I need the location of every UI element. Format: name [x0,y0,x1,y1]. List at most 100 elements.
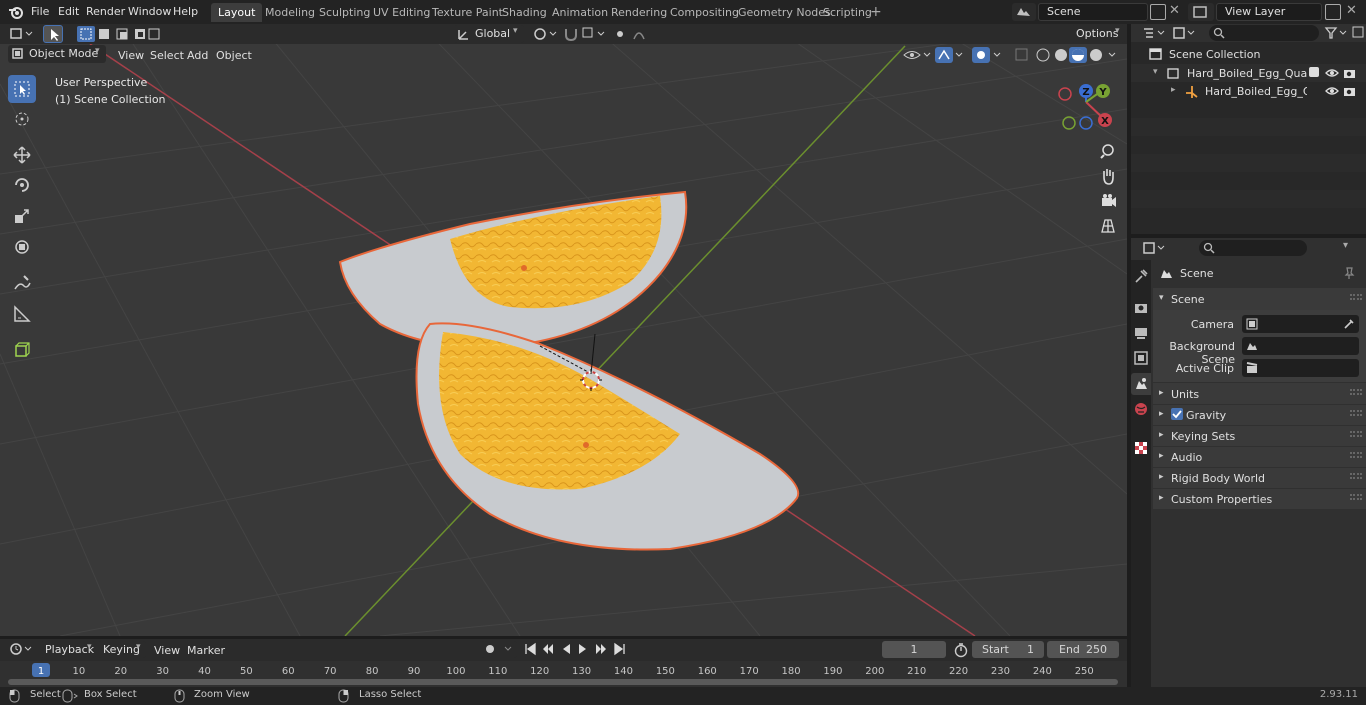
stopwatch-icon[interactable] [953,642,969,658]
expand-chevron-icon[interactable]: ▸ [1159,493,1164,503]
include-checkbox[interactable] [1309,67,1319,77]
drag-grip-icon[interactable] [1350,410,1362,416]
delete-scene-icon[interactable]: ✕ [1169,3,1180,18]
transform-orientation-dropdown[interactable]: Global ▾ [454,25,524,43]
render-camera-icon[interactable] [1343,67,1357,79]
drag-grip-icon[interactable] [1350,473,1362,479]
viewport-menu-object[interactable]: Object [216,49,252,62]
selection-mode-buttons[interactable] [77,26,161,42]
viewport-menu-select[interactable]: Select [150,49,184,62]
blender-logo-icon[interactable] [8,4,24,20]
texture-tab-icon[interactable] [1133,440,1149,456]
view-layer-field[interactable]: View Layer [1216,3,1322,21]
camera-field[interactable] [1242,315,1359,333]
menu-file[interactable]: File [31,5,49,18]
add-workspace-icon[interactable]: + [870,4,882,20]
navigation-gizmo[interactable]: Z Y X [1058,84,1112,130]
current-frame-field[interactable]: 1 [882,641,946,658]
drag-grip-icon[interactable] [1350,452,1362,458]
eyedropper-icon[interactable] [1343,318,1355,330]
expand-chevron-icon[interactable]: ▸ [1159,409,1164,419]
viewport-menu-add[interactable]: Add [187,49,208,62]
gravity-checkbox[interactable] [1171,408,1183,420]
tool-add-cube[interactable] [8,336,36,364]
drag-grip-icon[interactable] [1350,294,1362,300]
view-layer-selector-button[interactable] [1188,3,1214,21]
tool-rotate[interactable] [8,171,36,199]
expand-chevron-icon[interactable]: ▾ [1153,67,1158,77]
render-camera-icon[interactable] [1343,85,1357,97]
viewport-display-controls[interactable] [902,45,1128,65]
background-scene-field[interactable] [1242,337,1359,355]
start-frame-field[interactable]: Start 1 [972,641,1044,658]
world-tab-icon[interactable] [1133,401,1149,417]
tool-measure[interactable] [8,300,36,328]
frame-ruler[interactable]: 1 10 20 30 40 50 60 70 80 90 100 110 120 130 140 150 160… [0,662,1127,680]
timeline-view-menu[interactable]: View [154,644,180,657]
timeline-editor-type-button[interactable] [8,641,36,658]
menu-render[interactable]: Render [86,5,125,18]
drag-grip-icon[interactable] [1350,389,1362,395]
options-dropdown[interactable]: Options ▾ [1071,25,1125,43]
select-tool-button[interactable] [43,25,63,43]
proportional-editing-controls[interactable] [612,25,658,43]
filter-button[interactable] [1323,25,1349,41]
chevron-down-icon[interactable]: ▾ [1343,240,1348,251]
outliner-editor-type-button[interactable] [1141,25,1167,41]
keying-menu[interactable]: Keying ▾ [98,641,146,658]
outliner-row-egg-collection[interactable]: ▾ Hard_Boiled_Egg_Quarters_0( [1131,64,1366,82]
mode-dropdown[interactable]: Object Mode ▾ [8,45,106,63]
tab-layout[interactable]: Layout [211,3,263,22]
timeline-marker-menu[interactable]: Marker [187,644,225,657]
display-mode-button[interactable] [1171,25,1197,41]
scene-tab-icon[interactable] [1133,376,1149,392]
properties-search-input[interactable] [1199,240,1307,256]
eye-visibility-icon[interactable] [1325,67,1339,79]
eye-visibility-icon[interactable] [1325,85,1339,97]
3d-viewport[interactable]: Z Y X User Perspective (1) Scene Collect… [0,24,1127,636]
tool-move[interactable] [8,141,36,169]
perspective-toggle-button[interactable] [1097,215,1119,237]
playback-menu[interactable]: Playback ▾ [40,641,96,658]
pin-icon[interactable] [1342,266,1356,280]
auto-keying-toggle[interactable] [481,641,517,658]
camera-view-button[interactable] [1097,190,1119,212]
expand-chevron-icon[interactable]: ▸ [1159,451,1164,461]
zoom-view-button[interactable] [1097,140,1119,162]
expand-chevron-icon[interactable]: ▾ [1159,293,1164,303]
output-tab-icon[interactable] [1133,325,1149,341]
tool-select-box[interactable] [8,75,36,103]
active-clip-field[interactable] [1242,359,1359,377]
timeline-scrollbar[interactable] [8,679,1118,685]
menu-window[interactable]: Window [128,5,171,18]
tool-settings-tab-icon[interactable] [1133,268,1149,284]
scene-selector-button[interactable] [1012,3,1036,21]
scene-name-field[interactable]: Scene [1038,3,1148,21]
tool-transform[interactable] [8,233,36,261]
new-scene-icon[interactable] [1150,4,1166,20]
editor-type-button[interactable] [8,26,36,42]
properties-editor-type-button[interactable] [1141,240,1167,256]
end-frame-field[interactable]: End 250 [1047,641,1119,658]
tool-scale[interactable] [8,202,36,230]
outliner-row-scene-collection[interactable]: Scene Collection [1131,45,1366,63]
snap-controls[interactable] [562,25,610,43]
expand-chevron-icon[interactable]: ▸ [1171,85,1176,95]
pivot-point-dropdown[interactable] [530,25,560,43]
view-layer-tab-icon[interactable] [1133,350,1149,366]
outliner-row-egg-object[interactable]: ▸ Hard_Boiled_Egg_Quarte [1131,82,1366,100]
render-tab-icon[interactable] [1133,300,1149,316]
viewport-menu-view[interactable]: View [118,49,144,62]
tool-annotate[interactable] [8,269,36,297]
menu-help[interactable]: Help [173,5,198,18]
pan-view-button[interactable] [1097,165,1119,187]
gravity-panel-header[interactable] [1153,405,1366,425]
new-view-layer-icon[interactable] [1325,4,1341,20]
egg-quarter-upper[interactable] [338,190,688,349]
new-collection-icon[interactable] [1351,24,1365,40]
playback-controls[interactable] [521,641,631,658]
tool-cursor[interactable] [8,105,36,133]
expand-chevron-icon[interactable]: ▸ [1159,388,1164,398]
menu-edit[interactable]: Edit [58,5,79,18]
outliner-search-input[interactable] [1209,25,1319,41]
